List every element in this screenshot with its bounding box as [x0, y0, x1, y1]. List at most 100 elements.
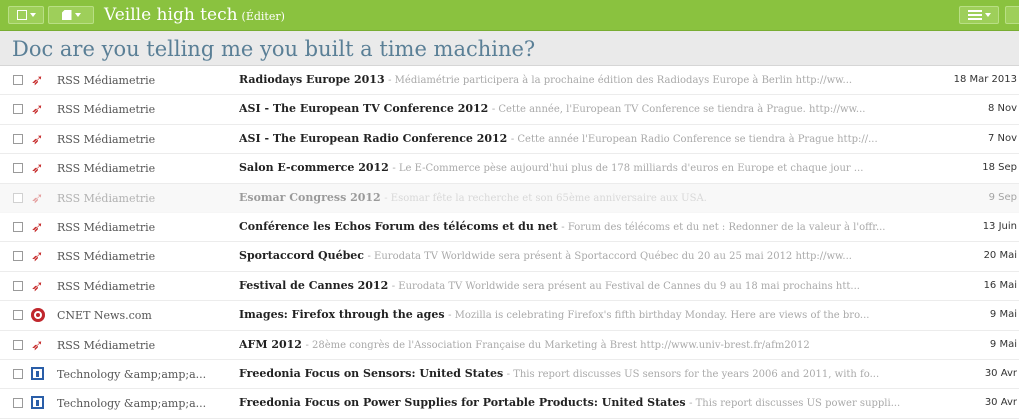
item-date: 9 Mai — [989, 338, 1017, 350]
tech-icon — [31, 396, 44, 410]
item-checkbox[interactable] — [13, 368, 23, 379]
item-title-line[interactable]: Salon E-commerce 2012 - Le E-Commerce pè… — [239, 161, 904, 174]
item-source[interactable]: RSS Médiametrie — [57, 280, 227, 293]
item-title-line[interactable]: Sportaccord Québec - Eurodata TV Worldwi… — [239, 249, 904, 262]
list-item[interactable]: ➶ RSS Médiametrie Salon E-commerce 2012 - … — [0, 154, 1019, 184]
list-item[interactable]: CNET News.com Images: Firefox through the… — [0, 301, 1019, 331]
page-title: Doc are you telling me you built a time … — [0, 31, 1019, 66]
item-date: 9 Mai — [989, 309, 1017, 321]
list-item[interactable]: ➶ RSS Médiametrie Festival de Cannes 2012 … — [0, 272, 1019, 302]
item-snippet: - Eurodata TV Worldwide sera présent à S… — [367, 251, 852, 263]
item-title-line[interactable]: ASI - The European Radio Conference 2012… — [239, 132, 904, 145]
item-date: 30 Avr — [984, 397, 1017, 409]
item-title[interactable]: Conférence les Echos Forum des télécoms … — [239, 220, 558, 233]
item-title-line[interactable]: Esomar Congress 2012 - Esomar fête la re… — [239, 191, 904, 204]
item-date: 18 Sep — [982, 162, 1017, 174]
cnet-icon — [31, 308, 45, 323]
item-title-line[interactable]: ASI - The European TV Conference 2012 - … — [239, 102, 904, 115]
item-date: 30 Avr — [984, 367, 1017, 379]
item-checkbox[interactable] — [13, 163, 23, 174]
edit-folder-link[interactable]: (Éditer) — [242, 10, 285, 23]
item-source[interactable]: RSS Médiametrie — [57, 74, 227, 87]
item-title-line[interactable]: Conférence les Echos Forum des télécoms … — [239, 220, 904, 233]
item-title-line[interactable]: AFM 2012 - 28ème congrès de l'Associatio… — [239, 338, 904, 351]
item-title-line[interactable]: Freedonia Focus on Power Supplies for Po… — [239, 396, 904, 409]
settings-button[interactable] — [1005, 6, 1019, 24]
toolbar: Veille high tech (Éditer) — [0, 0, 1019, 31]
item-checkbox[interactable] — [13, 75, 23, 85]
list-item[interactable]: ➶ RSS Médiametrie Radiodays Europe 2013 - … — [0, 66, 1019, 96]
list-item[interactable]: Technology &amp;amp;a... Freedonia Focus … — [0, 389, 1019, 419]
item-checkbox[interactable] — [13, 280, 23, 291]
item-date: 16 Mai — [983, 279, 1017, 291]
tech-icon — [31, 366, 44, 380]
item-checkbox[interactable] — [13, 310, 23, 321]
item-title[interactable]: Sportaccord Québec — [239, 249, 364, 262]
item-source[interactable]: RSS Médiametrie — [57, 103, 227, 116]
item-title[interactable]: AFM 2012 — [239, 338, 302, 351]
select-all-dropdown-button[interactable] — [8, 6, 44, 24]
chevron-down-icon — [74, 13, 81, 17]
item-title-line[interactable]: Freedonia Focus on Sensors: United State… — [239, 367, 904, 380]
item-checkbox[interactable] — [13, 133, 23, 144]
item-snippet: - Médiamétrie participera à la prochaine… — [388, 75, 853, 86]
list-item[interactable]: ➶ RSS Médiametrie Sportaccord Québec - Eur… — [0, 242, 1019, 272]
item-snippet: - Forum des télécoms et du net : Redonne… — [561, 221, 886, 233]
checkbox-icon — [16, 10, 27, 20]
item-title[interactable]: Radiodays Europe 2013 — [239, 73, 385, 86]
list-item[interactable]: ➶ RSS Médiametrie AFM 2012 - 28ème congrès… — [0, 331, 1019, 360]
item-source[interactable]: RSS Médiametrie — [57, 192, 227, 205]
item-title[interactable]: Images: Firefox through the ages — [239, 308, 445, 321]
chevron-down-icon — [984, 13, 991, 17]
item-snippet: - Cette année, l'European TV Conference … — [491, 104, 866, 116]
rss-icon: ➶ — [31, 217, 44, 236]
item-title[interactable]: Freedonia Focus on Power Supplies for Po… — [239, 396, 686, 409]
list-item[interactable]: ➶ RSS Médiametrie ASI - The European TV Co… — [0, 95, 1019, 125]
rss-icon: ➶ — [31, 247, 44, 266]
item-checkbox[interactable] — [13, 251, 23, 262]
tag-dropdown-button[interactable] — [48, 6, 94, 24]
tag-icon — [61, 10, 72, 20]
item-snippet: - Mozilla is celebrating Firefox's fifth… — [448, 310, 870, 322]
rss-icon: ➶ — [31, 276, 44, 295]
item-checkbox[interactable] — [13, 192, 23, 203]
list-item[interactable]: ➶ RSS Médiametrie Conférence les Echos For… — [0, 213, 1019, 243]
item-source[interactable]: Technology &amp;amp;a... — [57, 368, 227, 381]
item-source[interactable]: RSS Médiametrie — [57, 133, 227, 146]
item-title-line[interactable]: Images: Firefox through the ages - Mozil… — [239, 308, 904, 321]
item-date: 18 Mar 2013 — [953, 74, 1017, 85]
item-title[interactable]: Festival de Cannes 2012 — [239, 279, 388, 292]
item-checkbox[interactable] — [13, 339, 23, 350]
item-checkbox[interactable] — [13, 398, 23, 409]
item-source[interactable]: RSS Médiametrie — [57, 250, 227, 263]
item-title[interactable]: ASI - The European TV Conference 2012 — [239, 102, 488, 115]
list-item[interactable]: Technology &amp;amp;a... Freedonia Focus … — [0, 360, 1019, 390]
folder-title: Veille high tech (Éditer) — [104, 5, 285, 25]
item-checkbox[interactable] — [13, 104, 23, 115]
item-title-line[interactable]: Festival de Cannes 2012 - Eurodata TV Wo… — [239, 279, 904, 292]
item-source[interactable]: RSS Médiametrie — [57, 339, 227, 352]
item-source[interactable]: RSS Médiametrie — [57, 221, 227, 234]
item-checkbox[interactable] — [13, 221, 23, 232]
item-title[interactable]: Freedonia Focus on Sensors: United State… — [239, 367, 503, 380]
item-title[interactable]: ASI - The European Radio Conference 2012 — [239, 132, 507, 145]
item-title[interactable]: Esomar Congress 2012 — [239, 191, 381, 204]
item-snippet: - Le E-Commerce pèse aujourd'hui plus de… — [392, 163, 864, 175]
item-title-line[interactable]: Radiodays Europe 2013 - Médiamétrie part… — [239, 73, 904, 86]
item-date: 20 Mai — [983, 250, 1017, 262]
item-snippet: - 28ème congrès de l'Association Françai… — [305, 339, 810, 351]
item-date: 8 Nov — [987, 103, 1017, 115]
item-snippet: - Cette année l'European Radio Conferenc… — [510, 133, 878, 145]
list-view-icon — [967, 10, 982, 20]
item-snippet: - Esomar fête la recherche et son 65ème … — [384, 192, 707, 204]
item-source[interactable]: RSS Médiametrie — [57, 162, 227, 175]
list-item[interactable]: ➶ RSS Médiametrie ASI - The European Radio… — [0, 125, 1019, 155]
item-source[interactable]: CNET News.com — [57, 309, 227, 322]
list-item[interactable]: ➶ RSS Médiametrie Esomar Congress 2012 - E… — [0, 183, 1019, 213]
item-title[interactable]: Salon E-commerce 2012 — [239, 161, 389, 174]
view-mode-dropdown-button[interactable] — [959, 6, 999, 24]
item-date: 9 Sep — [988, 191, 1017, 203]
item-date: 7 Nov — [987, 132, 1017, 144]
item-source[interactable]: Technology &amp;amp;a... — [57, 397, 227, 410]
rss-icon: ➶ — [31, 159, 44, 178]
